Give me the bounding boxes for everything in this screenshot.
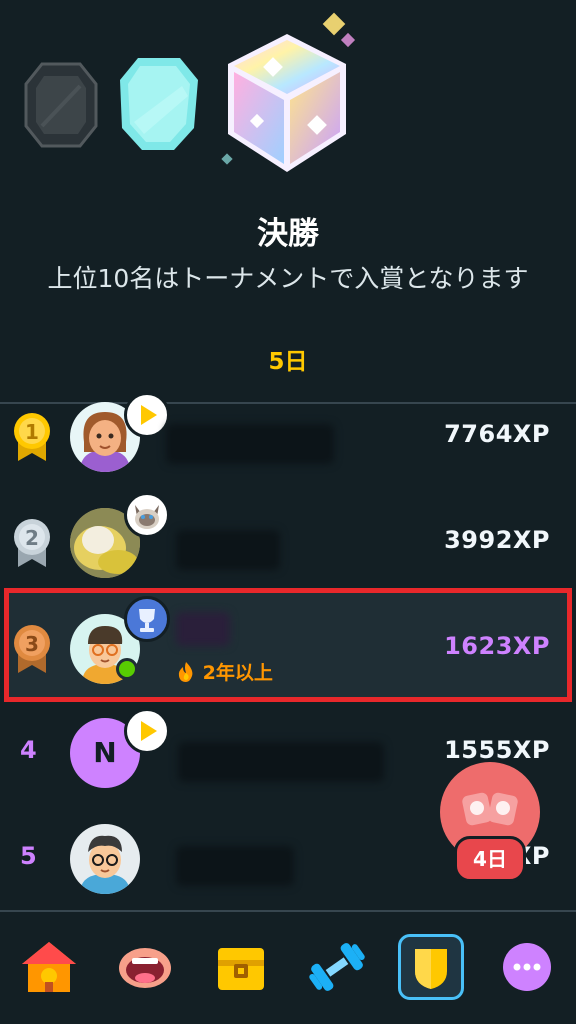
leaderboard-row-current-user[interactable]: 3 2年以上 1623XP — [0, 596, 576, 702]
rank-number: 4 — [20, 736, 37, 764]
cat-badge — [124, 492, 170, 538]
gold-medal-icon: 1 — [14, 413, 50, 461]
speak-icon — [119, 948, 171, 988]
rank-number: 5 — [20, 842, 37, 870]
xp-value: 1555XP — [444, 736, 550, 764]
league-subtitle: 上位10名はトーナメントで入賞となります — [47, 264, 529, 293]
dumbbell-icon — [309, 943, 365, 991]
leaderboard-row[interactable]: 2 3992XP — [0, 490, 576, 596]
trophy-badge — [124, 596, 170, 642]
leaderboard-row[interactable]: 1 7764XP — [0, 384, 576, 490]
league-header: 決勝 上位10名はトーナメントで入賞となります 5日 — [0, 0, 576, 403]
streak-text: 2年以上 — [202, 662, 273, 684]
league-title: 決勝 — [257, 216, 319, 252]
diamond-league-icon — [120, 58, 198, 150]
streak-label: 2年以上 — [176, 658, 273, 685]
avatar — [70, 824, 140, 894]
more-icon — [503, 943, 551, 991]
redacted-name — [178, 742, 384, 782]
redacted-name — [176, 846, 294, 886]
sparkle-icon — [340, 32, 356, 48]
redacted-name — [176, 530, 280, 570]
nav-practice[interactable] — [304, 934, 370, 1000]
friends-quest-days: 4日 — [454, 836, 526, 882]
silver-medal-icon: 2 — [14, 519, 50, 567]
nav-leaderboard[interactable] — [398, 934, 464, 1000]
redacted-name — [176, 612, 230, 646]
bottom-navigation — [0, 910, 576, 1024]
play-badge — [124, 708, 170, 754]
xp-value: 7764XP — [444, 420, 550, 448]
locked-league-icon — [24, 62, 98, 148]
rank-number: 3 — [25, 632, 39, 656]
play-badge — [124, 392, 170, 438]
bronze-medal-icon: 3 — [14, 625, 50, 673]
avatar-initial: N — [93, 736, 117, 769]
nav-home[interactable] — [16, 934, 82, 1000]
xp-value: 3992XP — [444, 526, 550, 554]
sparkle-icon — [221, 153, 233, 165]
treasure-chest-icon — [218, 948, 264, 990]
xp-value: 1623XP — [444, 632, 550, 660]
nav-more[interactable] — [494, 934, 560, 1000]
days-remaining: 5日 — [268, 349, 308, 375]
finals-league-icon — [228, 34, 346, 172]
rank-number: 2 — [25, 526, 39, 550]
shield-icon — [415, 949, 447, 989]
nav-speak[interactable] — [112, 934, 178, 1000]
home-icon — [22, 942, 76, 992]
rank-number: 1 — [25, 420, 39, 444]
redacted-name — [166, 424, 334, 464]
online-indicator — [116, 658, 138, 680]
fire-icon — [178, 662, 193, 682]
nav-treasure[interactable] — [208, 934, 274, 1000]
